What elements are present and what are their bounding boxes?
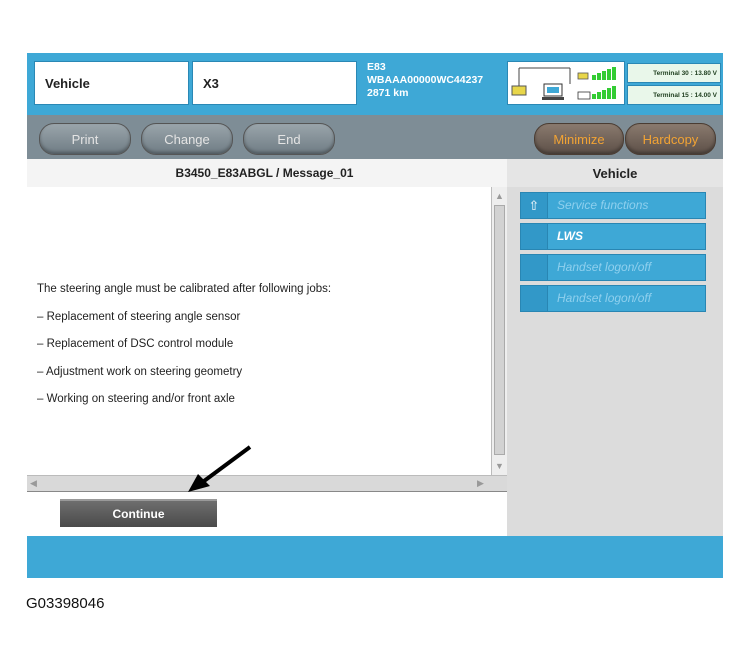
mileage-text: 2871 km xyxy=(367,87,409,99)
message-content: The steering angle must be calibrated af… xyxy=(37,283,331,421)
terminal-30-readout: Terminal 30 : 13.80 V xyxy=(627,63,721,83)
scroll-up-icon[interactable]: ▲ xyxy=(495,189,504,203)
message-line: – Working on steering and/or front axle xyxy=(37,393,235,405)
sidebar-item-handset-logon[interactable]: Handset logon/off xyxy=(520,254,706,281)
print-button[interactable]: Print xyxy=(39,123,131,155)
sidebar-item-marker xyxy=(521,224,548,249)
sidebar: Vehicle ⇧ Service functions LWS Handset … xyxy=(507,159,723,536)
end-button[interactable]: End xyxy=(243,123,335,155)
terminal-15-readout: Terminal 15 : 14.00 V xyxy=(627,85,721,105)
figure-caption: G03398046 xyxy=(26,595,105,612)
minimize-button[interactable]: Minimize xyxy=(534,123,624,155)
horizontal-scrollbar[interactable]: ◀ ▶ xyxy=(27,475,507,491)
hardcopy-button[interactable]: Hardcopy xyxy=(625,123,716,155)
message-line: – Adjustment work on steering geometry xyxy=(37,365,243,378)
message-line: – Replacement of steering angle sensor xyxy=(37,310,241,323)
message-line: The steering angle must be calibrated af… xyxy=(37,283,332,295)
sidebar-item-service-functions[interactable]: ⇧ Service functions xyxy=(520,192,706,219)
continue-button[interactable]: Continue xyxy=(60,499,217,527)
model-field: X3 xyxy=(192,61,357,105)
sidebar-item-handset-logon-2[interactable]: Handset logon/off xyxy=(520,285,706,312)
series-text: E83 xyxy=(367,61,386,73)
up-arrow-icon: ⇧ xyxy=(521,193,548,218)
scroll-left-icon[interactable]: ◀ xyxy=(30,476,37,490)
sidebar-item-lws[interactable]: LWS xyxy=(520,223,706,250)
sidebar-item-marker xyxy=(521,286,548,311)
connection-status-panel xyxy=(507,61,625,105)
sidebar-item-label: Service functions xyxy=(557,198,649,212)
message-title: B3450_E83ABGL / Message_01 xyxy=(175,166,354,180)
vehicle-field: Vehicle xyxy=(34,61,189,105)
connection-icon xyxy=(511,67,616,100)
sidebar-item-marker xyxy=(521,255,548,280)
message-line: – Replacement of DSC control module xyxy=(37,338,234,350)
sidebar-item-label: LWS xyxy=(557,229,583,243)
toolbar: Print Change End Minimize Hardcopy xyxy=(27,115,723,159)
sidebar-item-label: Handset logon/off xyxy=(557,291,652,305)
sidebar-title: Vehicle xyxy=(507,159,723,187)
message-panel: The steering angle must be calibrated af… xyxy=(27,187,491,475)
scroll-right-icon[interactable]: ▶ xyxy=(477,476,484,490)
vertical-scroll-thumb[interactable] xyxy=(494,205,505,455)
vin-text: WBAAA00000WC44237 xyxy=(367,74,484,86)
vehicle-info: E83 WBAAA00000WC44237 2871 km xyxy=(367,61,483,100)
pointer-arrow-icon xyxy=(188,445,252,492)
scroll-down-icon[interactable]: ▼ xyxy=(495,459,504,473)
sidebar-item-label: Handset logon/off xyxy=(557,260,652,274)
vertical-scrollbar[interactable]: ▲ ▼ xyxy=(491,187,507,475)
change-button[interactable]: Change xyxy=(141,123,233,155)
header-bar: Vehicle X3 E83 WBAAA00000WC44237 2871 km xyxy=(27,53,723,115)
app-window: Vehicle X3 E83 WBAAA00000WC44237 2871 km xyxy=(27,53,723,578)
status-bar xyxy=(27,536,723,578)
